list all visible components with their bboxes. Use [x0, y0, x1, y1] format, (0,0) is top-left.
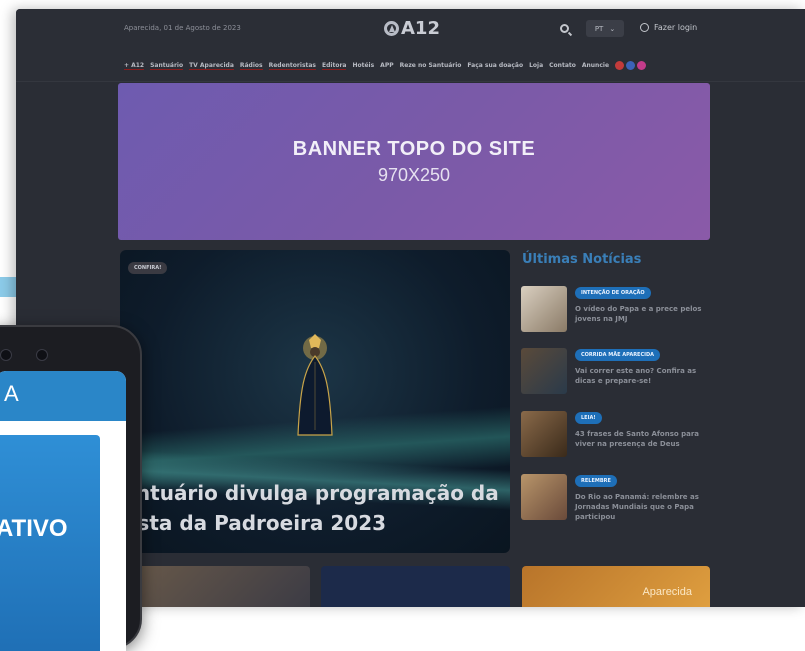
hero-title-line-2: Festa da Padroeira 2023: [120, 511, 387, 535]
user-icon: [640, 23, 649, 32]
nav-item-anuncie[interactable]: Anuncie: [582, 62, 609, 69]
news-item[interactable]: LEIA! 43 frases de Santo Afonso para viv…: [521, 411, 716, 459]
top-banner[interactable]: BANNER TOPO DO SITE 970X250: [118, 83, 710, 240]
statue-illustration: [297, 334, 333, 436]
promo-card-text: Aparecida: [642, 586, 692, 598]
news-item[interactable]: RELEMBRE Do Rio ao Panamá: relembre as J…: [521, 474, 716, 522]
login-button[interactable]: Fazer login: [640, 23, 697, 32]
nav-item-loja[interactable]: Loja: [529, 62, 543, 69]
nav-item-redentoristas[interactable]: Redentoristas: [268, 62, 316, 70]
news-text: 43 frases de Santo Afonso para viver na …: [575, 430, 700, 448]
news-heading: Últimas Notícias: [522, 252, 642, 267]
nav-item-a12[interactable]: + A12: [124, 62, 145, 70]
nav-item-santuario[interactable]: Santuário: [150, 62, 184, 70]
news-text: Do Rio ao Panamá: relembre as Jornadas M…: [575, 493, 699, 521]
news-tag: CORRIDA MÃE APARECIDA: [575, 349, 661, 361]
hero-tag: CONFIRA!: [128, 262, 168, 274]
language-selector[interactable]: PT ⌄: [586, 20, 624, 37]
site-logo[interactable]: A12: [384, 18, 440, 39]
date-text: Aparecida, 01 de Agosto de 2023: [124, 24, 241, 32]
news-text: O vídeo do Papa e a prece pelos jovens n…: [575, 305, 702, 323]
bottom-card[interactable]: [321, 566, 510, 607]
youtube-icon[interactable]: [615, 61, 625, 70]
hero-card[interactable]: CONFIRA! Santuário divulga programação d…: [120, 250, 510, 553]
news-item[interactable]: INTENÇÃO DE ORAÇÃO O vídeo do Papa e a p…: [521, 286, 716, 334]
phone-header-logo: A: [4, 381, 19, 406]
top-bar: Aparecida, 01 de Agosto de 2023 A12 PT ⌄…: [16, 9, 805, 54]
camera-icon: [36, 349, 48, 361]
news-text: Vai correr este ano? Confira as dicas e …: [575, 367, 697, 385]
nav-item-contato[interactable]: Contato: [549, 62, 576, 69]
banner-size: 970X250: [377, 164, 451, 185]
logo-text: A12: [401, 18, 440, 39]
bottom-card[interactable]: [120, 566, 310, 607]
phone-screen: A ATIVO: [0, 371, 126, 651]
news-thumbnail: [521, 474, 567, 520]
social-links: [615, 61, 647, 70]
instagram-icon[interactable]: [637, 61, 647, 70]
chevron-down-icon: ⌄: [609, 24, 616, 33]
camera-icon: [0, 349, 12, 361]
phone-card-text: ATIVO: [0, 515, 68, 542]
facebook-icon[interactable]: [626, 61, 636, 70]
news-thumbnail: [521, 411, 567, 457]
phone-mockup: A ATIVO: [0, 325, 142, 651]
language-label: PT: [594, 24, 604, 33]
nav-item-tv-aparecida[interactable]: TV Aparecida: [189, 62, 234, 70]
hero-title-line-1: Santuário divulga programação da: [120, 481, 499, 505]
phone-app-card: ATIVO: [0, 435, 100, 651]
nav-bar: + A12 Santuário TV Aparecida Rádios Rede…: [16, 53, 805, 82]
news-thumbnail: [521, 286, 567, 332]
nav-item-reze[interactable]: Reze no Santuário: [400, 62, 462, 69]
nav-item-editora[interactable]: Editora: [322, 62, 347, 70]
news-item[interactable]: CORRIDA MÃE APARECIDA Vai correr este an…: [521, 348, 716, 396]
promo-card[interactable]: Aparecida: [522, 566, 710, 607]
news-tag: INTENÇÃO DE ORAÇÃO: [575, 287, 651, 299]
phone-app-header: A: [0, 371, 126, 421]
news-tag: RELEMBRE: [575, 475, 617, 487]
login-label: Fazer login: [654, 23, 698, 32]
nav-item-app[interactable]: APP: [380, 62, 393, 69]
nav-item-hoteis[interactable]: Hotéis: [352, 62, 374, 69]
nav-items: + A12 Santuário TV Aparecida Rádios Rede…: [124, 61, 647, 70]
logo-mark-icon: [384, 21, 399, 36]
nav-item-radios[interactable]: Rádios: [239, 62, 263, 70]
banner-title: BANNER TOPO DO SITE: [292, 137, 536, 160]
hero-title: Santuário divulga programação da Festa d…: [120, 478, 500, 538]
news-thumbnail: [521, 348, 567, 394]
search-icon[interactable]: [560, 24, 569, 33]
nav-item-doacao[interactable]: Faça sua doação: [467, 62, 523, 69]
news-tag: LEIA!: [575, 412, 602, 424]
